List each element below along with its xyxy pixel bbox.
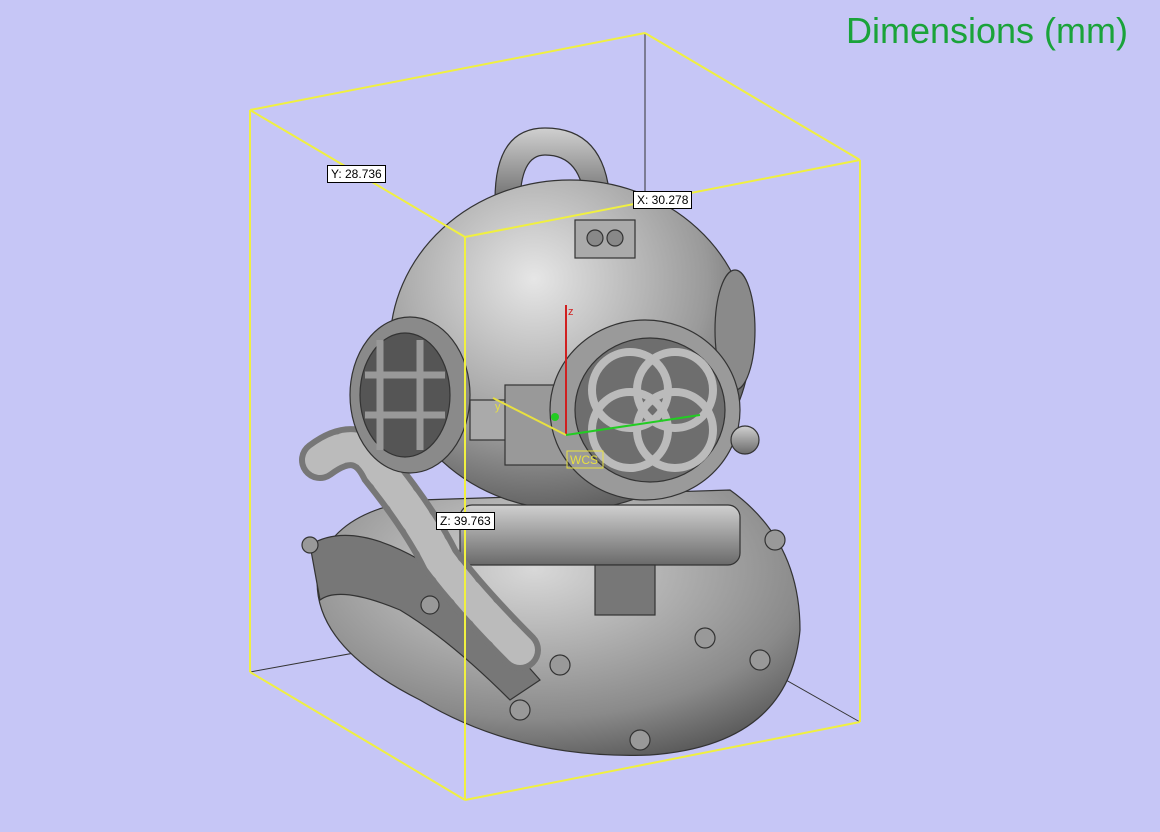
dimension-z-label: Z: 39.763: [436, 512, 495, 530]
lifting-lug: [574, 219, 636, 259]
axis-y-label: y: [495, 401, 501, 413]
dimension-y-label: Y: 28.736: [327, 165, 386, 183]
dimension-x-label: X: 30.278: [633, 191, 693, 209]
3d-viewport[interactable]: z y WCS: [0, 0, 1160, 832]
helmet-model[interactable]: [299, 127, 801, 756]
axis-z-label: z: [568, 306, 574, 318]
dimensions-title: Dimensions (mm): [845, 10, 1128, 51]
wcs-label: WCS: [570, 453, 598, 467]
helmet-collar: [459, 504, 741, 566]
